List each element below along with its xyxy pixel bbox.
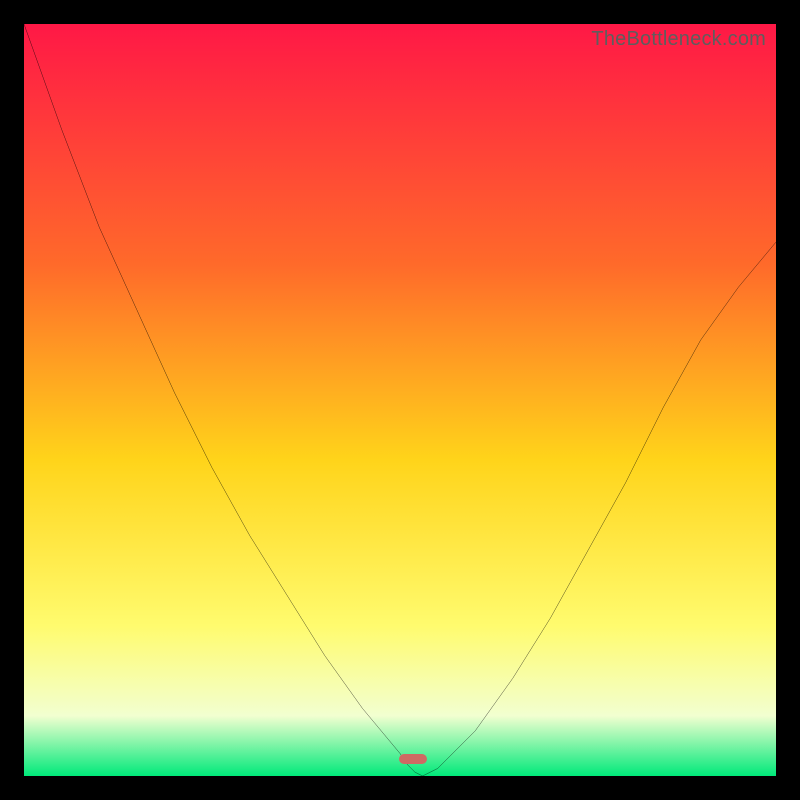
plot-area: TheBottleneck.com	[24, 24, 776, 776]
curve-line	[24, 24, 776, 776]
chart-frame: TheBottleneck.com	[0, 0, 800, 800]
watermark-label: TheBottleneck.com	[591, 28, 766, 51]
min-marker	[399, 754, 427, 764]
